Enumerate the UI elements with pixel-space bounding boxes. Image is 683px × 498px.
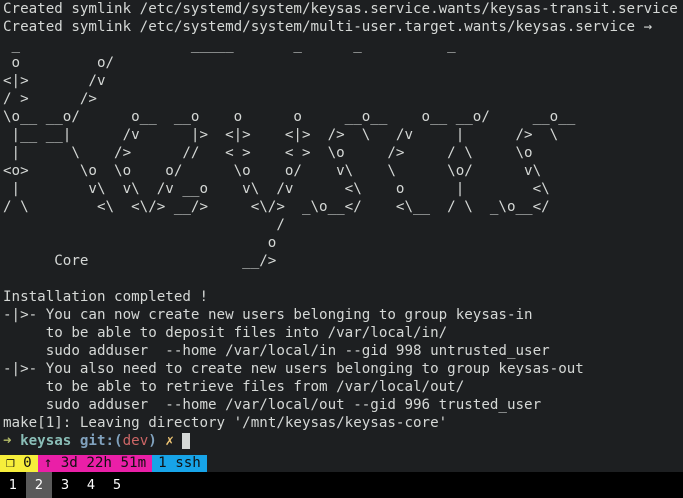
- ascii-art-line: \o__ __o/ o__ __o o o __o__ o__ __o/ __o…: [3, 109, 576, 125]
- ascii-art-line: <o> \o \o o/ \o o/ v\ \ \o/ v\: [3, 163, 542, 179]
- prompt-dirty-icon: ✗: [165, 433, 174, 449]
- prompt-git-branch: dev: [122, 433, 149, 449]
- ascii-art-line: o: [3, 235, 277, 251]
- ascii-art-line: o o/: [3, 55, 115, 71]
- terminal-line: to be able to retrieve files from /var/l…: [3, 379, 465, 395]
- text-cursor[interactable]: [182, 433, 191, 449]
- ascii-art-line: _ _____ _ _ _: [3, 37, 456, 53]
- terminal-line: sudo adduser --home /var/local/in --gid …: [3, 343, 550, 359]
- terminal-line: sudo adduser --home /var/local/out --gid…: [3, 397, 542, 413]
- terminal-window[interactable]: Created symlink /etc/systemd/system/keys…: [0, 0, 683, 455]
- prompt-git-suffix: ): [148, 433, 157, 449]
- prompt-arrow-icon: ➜: [3, 433, 12, 449]
- status-jobs: ❒ 0: [0, 455, 38, 472]
- workspace-1-button[interactable]: 1: [0, 472, 26, 498]
- terminal-line: -|>- You can now create new users belong…: [3, 307, 533, 323]
- terminal-line: Created symlink /etc/systemd/system/keys…: [3, 1, 678, 17]
- workspace-2-button[interactable]: 2: [26, 472, 52, 498]
- workspace-4-button[interactable]: 4: [78, 472, 104, 498]
- status-uptime: ↑ 3d 22h 51m: [37, 455, 153, 472]
- terminal-line: Created symlink /etc/systemd/system/mult…: [3, 19, 653, 35]
- ascii-art-line: / > />: [3, 91, 97, 107]
- workspace-3-button[interactable]: 3: [52, 472, 78, 498]
- prompt-directory: keysas: [20, 433, 72, 449]
- terminal-line: make[1]: Leaving directory '/mnt/keysas/…: [3, 415, 448, 431]
- prompt-git-prefix: git:(: [79, 433, 123, 449]
- terminal-line: to be able to deposit files into /var/lo…: [3, 325, 448, 341]
- ascii-art-line: | v\ v\ /v __o v\ /v <\ o | <\: [3, 181, 550, 197]
- workspace-5-button[interactable]: 5: [104, 472, 130, 498]
- ascii-art-line: |__ __| /v |> <|> <|> /> \ /v | /> \: [3, 127, 559, 143]
- ascii-art-line: <|> /v: [3, 73, 106, 89]
- status-ssh-sessions: 1 ssh: [152, 455, 207, 472]
- status-bar-filler: [206, 455, 683, 472]
- ascii-art-line: | \ /> // < > < > \o /> / \ \o: [3, 145, 533, 161]
- ascii-art-line: /: [3, 217, 285, 233]
- ascii-art-line: Core __/>: [3, 253, 277, 269]
- terminal-output: Created symlink /etc/systemd/system/keys…: [0, 0, 683, 432]
- shell-prompt[interactable]: ➜ keysas git:(dev) ✗: [0, 432, 683, 450]
- terminal-line: -|>- You also need to create new users b…: [3, 361, 584, 377]
- terminal-line: Installation completed !: [3, 289, 208, 305]
- ascii-art-line: / \ <\ <\/> __/> <\/> _\o__</ <\__ / \ _…: [3, 199, 550, 215]
- tmux-status-bar: ❒ 0 ↑ 3d 22h 51m 1 ssh: [0, 455, 683, 472]
- screen: Created symlink /etc/systemd/system/keys…: [0, 0, 683, 498]
- workspace-bar: 1 2 3 4 5: [0, 472, 683, 498]
